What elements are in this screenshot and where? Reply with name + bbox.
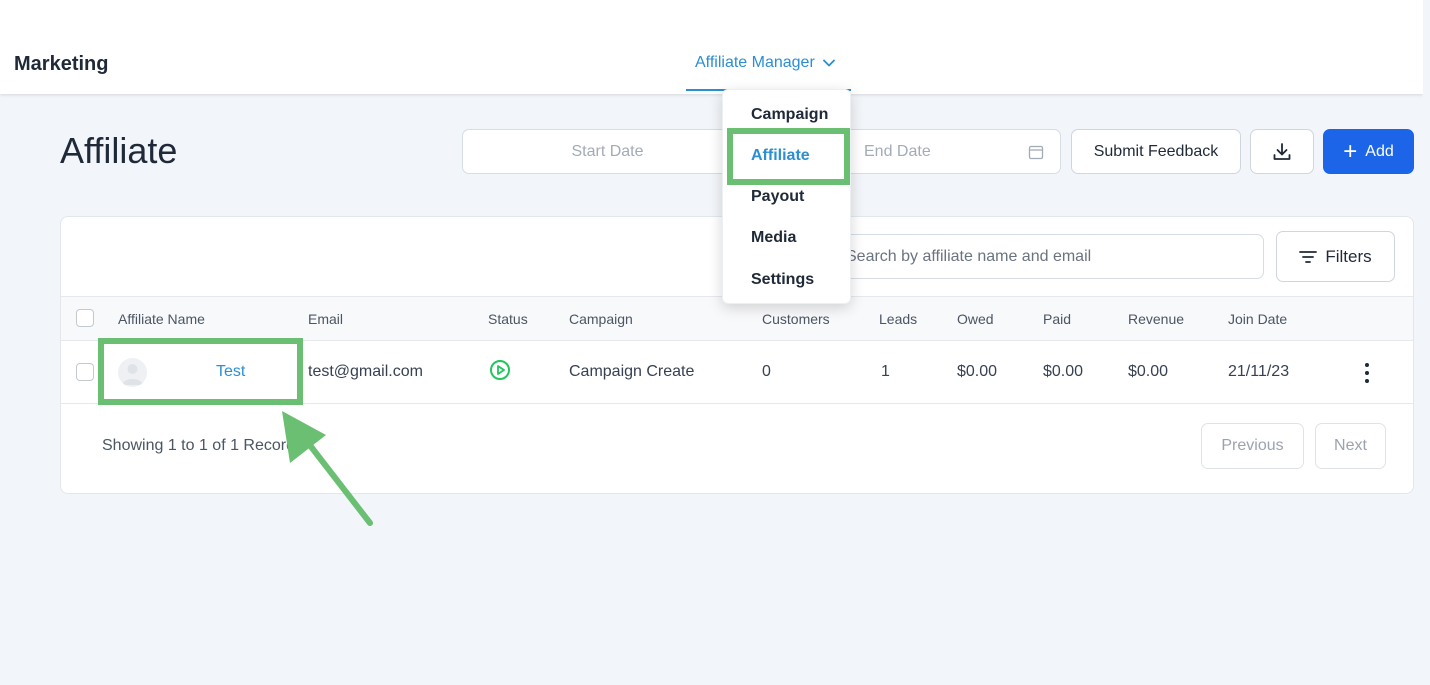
- affiliate-leads: 1: [881, 363, 890, 380]
- search-input[interactable]: Search by affiliate name and email: [841, 234, 1264, 279]
- add-button-label: Add: [1365, 142, 1394, 160]
- affiliate-owed: $0.00: [957, 363, 998, 380]
- affiliate-customers: 0: [762, 363, 771, 380]
- next-page-button[interactable]: Next: [1315, 423, 1386, 469]
- column-header-revenue[interactable]: Revenue: [1128, 311, 1184, 327]
- affiliate-manager-dropdown: Campaign Affiliate Payout Media Settings: [722, 89, 851, 304]
- app-title: Marketing: [14, 53, 109, 75]
- menu-item-payout[interactable]: Payout: [751, 188, 804, 206]
- affiliate-campaign: Campaign Create: [569, 363, 695, 380]
- plus-icon: +: [1343, 137, 1358, 165]
- highlight-box-affiliate-name: [98, 338, 303, 405]
- affiliate-join-date: 21/11/23: [1228, 363, 1290, 380]
- column-header-paid[interactable]: Paid: [1043, 311, 1071, 327]
- annotation-arrow-icon: [282, 411, 373, 526]
- nav-tab-label: Affiliate Manager: [695, 54, 815, 71]
- window-edge: [1423, 0, 1430, 685]
- filters-button[interactable]: Filters: [1276, 231, 1395, 282]
- row-actions-menu-icon[interactable]: [1356, 361, 1378, 385]
- page-title: Affiliate: [60, 130, 178, 171]
- column-header-join-date[interactable]: Join Date: [1228, 311, 1287, 327]
- column-header-customers[interactable]: Customers: [762, 311, 830, 327]
- previous-page-button[interactable]: Previous: [1201, 423, 1304, 469]
- column-header-email[interactable]: Email: [308, 311, 343, 327]
- filters-label: Filters: [1325, 246, 1372, 266]
- column-header-campaign[interactable]: Campaign: [569, 311, 633, 327]
- calendar-icon: [1028, 145, 1044, 160]
- affiliate-email: test@gmail.com: [308, 363, 423, 380]
- column-header-affiliate-name[interactable]: Affiliate Name: [118, 311, 205, 327]
- row-checkbox[interactable]: [76, 363, 94, 381]
- affiliate-paid: $0.00: [1043, 363, 1084, 380]
- nav-tab-affiliate-manager[interactable]: Affiliate Manager: [686, 54, 851, 91]
- select-all-checkbox[interactable]: [76, 309, 94, 327]
- download-icon: [1273, 142, 1291, 160]
- affiliate-revenue: $0.00: [1128, 363, 1169, 380]
- download-button[interactable]: [1250, 129, 1314, 174]
- column-header-status[interactable]: Status: [488, 311, 528, 327]
- menu-item-campaign[interactable]: Campaign: [751, 106, 828, 124]
- menu-item-settings[interactable]: Settings: [751, 271, 814, 289]
- end-date-placeholder: End Date: [864, 142, 931, 160]
- highlight-box-affiliate-menu: [727, 128, 850, 185]
- chevron-down-icon: [822, 59, 835, 67]
- add-button[interactable]: + Add: [1323, 129, 1414, 174]
- submit-feedback-button[interactable]: Submit Feedback: [1071, 129, 1241, 174]
- column-header-leads[interactable]: Leads: [879, 311, 917, 327]
- column-header-owed[interactable]: Owed: [957, 311, 994, 327]
- start-date-input[interactable]: Start Date: [462, 129, 752, 174]
- top-bar: Marketing Affiliate Manager: [0, 0, 1423, 94]
- status-active-icon: [490, 360, 510, 380]
- menu-item-media[interactable]: Media: [751, 229, 796, 247]
- filter-lines-icon: [1299, 250, 1318, 263]
